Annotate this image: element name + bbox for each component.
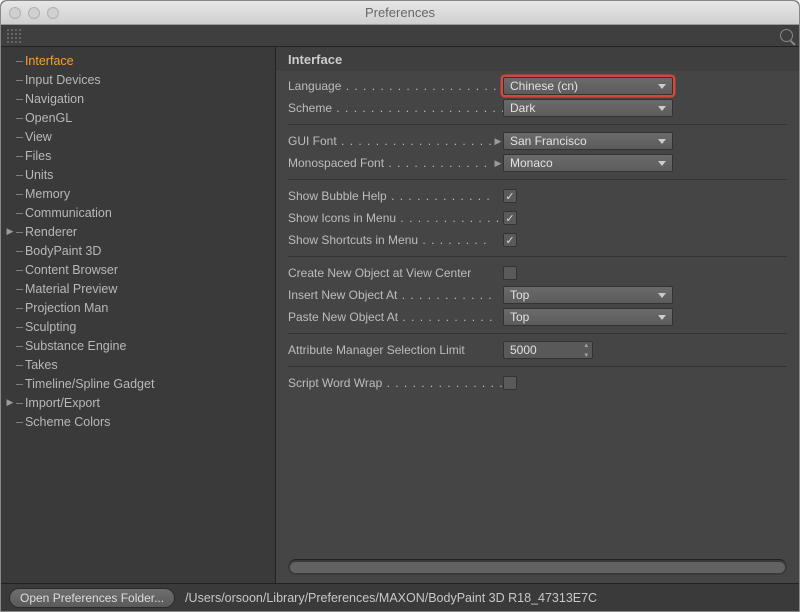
sidebar-item-navigation[interactable]: –Navigation [1,89,275,108]
sidebar-item-bodypaint-3d[interactable]: –BodyPaint 3D [1,241,275,260]
flyout-icon[interactable]: ▶ [493,158,503,169]
sidebar-item-opengl[interactable]: –OpenGL [1,108,275,127]
separator [288,179,787,180]
separator [288,333,787,334]
expand-arrow-icon[interactable]: ▶ [5,226,15,237]
sidebar-item-input-devices[interactable]: –Input Devices [1,70,275,89]
body: –Interface–Input Devices–Navigation–Open… [1,47,799,583]
sidebar-item-import-export[interactable]: ▶–Import/Export [1,393,275,412]
panel-title: Interface [288,52,342,67]
flyout-icon[interactable]: ▶ [493,136,503,147]
language-dropdown[interactable]: Chinese (cn) [503,77,673,95]
sidebar-item-label: View [25,130,52,144]
bubble-checkbox[interactable]: ✓ [503,189,517,203]
sidebar-item-interface[interactable]: –Interface [1,51,275,70]
sidebar-item-view[interactable]: –View [1,127,275,146]
insert-dropdown[interactable]: Top [503,286,673,304]
centerview-label: Create New Object at View Center [288,266,471,280]
sidebar-item-renderer[interactable]: ▶–Renderer [1,222,275,241]
sidebar-item-content-browser[interactable]: –Content Browser [1,260,275,279]
wordwrap-checkbox[interactable] [503,376,517,390]
sidebar-item-label: Communication [25,206,112,220]
sidebar-item-label: Renderer [25,225,77,239]
sidebar-item-label: Units [25,168,53,182]
sidebar-item-label: OpenGL [25,111,72,125]
sidebar-item-label: Material Preview [25,282,117,296]
attrlimit-label: Attribute Manager Selection Limit [288,343,465,357]
sidebar-item-label: Memory [25,187,70,201]
guifont-label: GUI Font [288,134,337,148]
separator [288,366,787,367]
category-sidebar: –Interface–Input Devices–Navigation–Open… [1,47,276,583]
insert-label: Insert New Object At [288,288,397,302]
titlebar: Preferences [1,1,799,25]
sidebar-item-timeline-spline-gadget[interactable]: –Timeline/Spline Gadget [1,374,275,393]
monofont-dropdown[interactable]: Monaco [503,154,673,172]
search-icon[interactable] [780,29,793,42]
paste-dropdown[interactable]: Top [503,308,673,326]
sidebar-item-label: Navigation [25,92,84,106]
sidebar-item-takes[interactable]: –Takes [1,355,275,374]
language-label: Language [288,79,341,93]
scrollbar-thumb[interactable] [290,562,785,573]
sidebar-item-communication[interactable]: –Communication [1,203,275,222]
sidebar-item-label: Timeline/Spline Gadget [25,377,154,391]
wordwrap-label: Script Word Wrap [288,376,382,390]
panel-body: Language . . . . . . . . . . . . . . . .… [276,71,799,559]
horizontal-scrollbar[interactable] [288,559,787,575]
attrlimit-field[interactable]: 5000 [503,341,593,359]
sidebar-item-label: Interface [25,54,74,68]
scheme-label: Scheme [288,101,332,115]
sidebar-item-units[interactable]: –Units [1,165,275,184]
sidebar-item-memory[interactable]: –Memory [1,184,275,203]
icons-checkbox[interactable]: ✓ [503,211,517,225]
sidebar-item-label: Takes [25,358,58,372]
settings-panel: Interface Language . . . . . . . . . . .… [276,47,799,583]
sidebar-item-label: Import/Export [25,396,100,410]
scheme-dropdown[interactable]: Dark [503,99,673,117]
shortcuts-checkbox[interactable]: ✓ [503,233,517,247]
sidebar-item-label: BodyPaint 3D [25,244,101,258]
expand-arrow-icon[interactable]: ▶ [5,397,15,408]
sidebar-item-label: Files [25,149,51,163]
preferences-window: Preferences –Interface–Input Devices–Nav… [0,0,800,612]
panel-header: Interface [276,47,799,71]
toolbar [1,25,799,47]
sidebar-item-label: Sculpting [25,320,76,334]
separator [288,124,787,125]
bubble-label: Show Bubble Help [288,189,387,203]
sidebar-item-sculpting[interactable]: –Sculpting [1,317,275,336]
open-folder-button[interactable]: Open Preferences Folder... [9,588,175,608]
window-title: Preferences [1,5,799,20]
monofont-label: Monospaced Font [288,156,384,170]
guifont-dropdown[interactable]: San Francisco [503,132,673,150]
preferences-path: /Users/orsoon/Library/Preferences/MAXON/… [185,591,597,605]
sidebar-item-label: Input Devices [25,73,101,87]
sidebar-item-files[interactable]: –Files [1,146,275,165]
drag-handle-icon[interactable] [7,29,23,43]
sidebar-item-projection-man[interactable]: –Projection Man [1,298,275,317]
sidebar-item-label: Content Browser [25,263,118,277]
sidebar-item-label: Scheme Colors [25,415,110,429]
sidebar-item-label: Substance Engine [25,339,126,353]
sidebar-item-substance-engine[interactable]: –Substance Engine [1,336,275,355]
paste-label: Paste New Object At [288,310,398,324]
separator [288,256,787,257]
centerview-checkbox[interactable] [503,266,517,280]
sidebar-item-scheme-colors[interactable]: –Scheme Colors [1,412,275,431]
sidebar-item-material-preview[interactable]: –Material Preview [1,279,275,298]
shortcuts-label: Show Shortcuts in Menu [288,233,418,247]
footer: Open Preferences Folder... /Users/orsoon… [1,583,799,611]
icons-label: Show Icons in Menu [288,211,396,225]
sidebar-item-label: Projection Man [25,301,108,315]
